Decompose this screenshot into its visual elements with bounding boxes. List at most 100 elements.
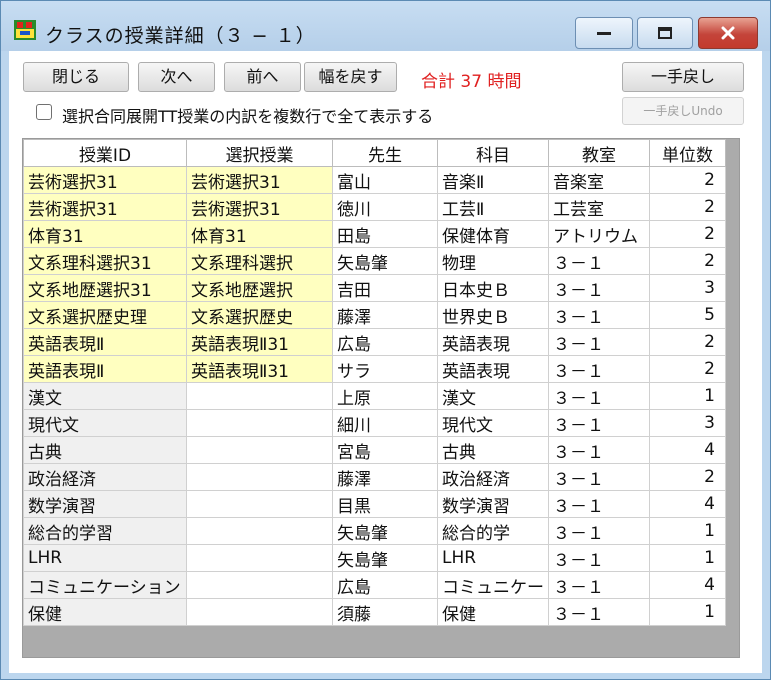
units-cell[interactable]: 1 — [649, 544, 726, 572]
units-cell[interactable]: 4 — [649, 490, 726, 518]
elective-cell[interactable] — [186, 571, 333, 599]
maximize-button[interactable] — [637, 17, 693, 49]
units-cell[interactable]: 2 — [649, 355, 726, 383]
room-cell[interactable]: ３－１ — [548, 571, 650, 599]
room-cell[interactable]: ３－１ — [548, 382, 650, 410]
table-row[interactable]: 保健 須藤 保健 ３－１ 1 — [23, 598, 726, 626]
table-row[interactable]: 芸術選択31 芸術選択31 徳川 工芸Ⅱ 工芸室 2 — [23, 193, 726, 221]
elective-cell[interactable] — [186, 544, 333, 572]
table-row[interactable]: 現代文 細川 現代文 ３－１ 3 — [23, 409, 726, 437]
lesson-id-cell[interactable]: LHR — [23, 544, 187, 572]
lesson-id-cell[interactable]: コミュニケーション — [23, 571, 187, 599]
units-cell[interactable]: 4 — [649, 436, 726, 464]
table-row[interactable]: 芸術選択31 芸術選択31 富山 音楽Ⅱ 音楽室 2 — [23, 166, 726, 194]
column-header-elective[interactable]: 選択授業 — [186, 139, 333, 167]
elective-cell[interactable]: 文系選択歴史 — [186, 301, 333, 329]
teacher-cell[interactable]: 上原 — [332, 382, 438, 410]
units-cell[interactable]: 1 — [649, 517, 726, 545]
teacher-cell[interactable]: 富山 — [332, 166, 438, 194]
units-cell[interactable]: 2 — [649, 463, 726, 491]
subject-cell[interactable]: 日本史Ｂ — [437, 274, 549, 302]
teacher-cell[interactable]: 吉田 — [332, 274, 438, 302]
lesson-id-cell[interactable]: 芸術選択31 — [23, 193, 187, 221]
table-row[interactable]: LHR 矢島肇 LHR ３－１ 1 — [23, 544, 726, 572]
subject-cell[interactable]: 漢文 — [437, 382, 549, 410]
subject-cell[interactable]: 保健 — [437, 598, 549, 626]
column-header-teacher[interactable]: 先生 — [332, 139, 438, 167]
units-cell[interactable]: 3 — [649, 274, 726, 302]
room-cell[interactable]: アトリウム — [548, 220, 650, 248]
lesson-id-cell[interactable]: 古典 — [23, 436, 187, 464]
table-row[interactable]: 漢文 上原 漢文 ３－１ 1 — [23, 382, 726, 410]
table-row[interactable]: 政治経済 藤澤 政治経済 ３－１ 2 — [23, 463, 726, 491]
title-bar[interactable]: クラスの授業詳細（３ − １） — [1, 1, 770, 51]
room-cell[interactable]: 音楽室 — [548, 166, 650, 194]
units-cell[interactable]: 2 — [649, 220, 726, 248]
teacher-cell[interactable]: 田島 — [332, 220, 438, 248]
room-cell[interactable]: ３－１ — [548, 328, 650, 356]
table-row[interactable]: 文系選択歴史理 文系選択歴史 藤澤 世界史Ｂ ３－１ 5 — [23, 301, 726, 329]
elective-cell[interactable]: 英語表現Ⅱ31 — [186, 355, 333, 383]
elective-cell[interactable] — [186, 382, 333, 410]
elective-cell[interactable] — [186, 598, 333, 626]
teacher-cell[interactable]: 矢島肇 — [332, 517, 438, 545]
subject-cell[interactable]: 古典 — [437, 436, 549, 464]
units-cell[interactable]: 1 — [649, 382, 726, 410]
room-cell[interactable]: 工芸室 — [548, 193, 650, 221]
lesson-id-cell[interactable]: 総合的学習 — [23, 517, 187, 545]
teacher-cell[interactable]: 宮島 — [332, 436, 438, 464]
lesson-id-cell[interactable]: 漢文 — [23, 382, 187, 410]
elective-cell[interactable]: 体育31 — [186, 220, 333, 248]
teacher-cell[interactable]: サラ — [332, 355, 438, 383]
teacher-cell[interactable]: 徳川 — [332, 193, 438, 221]
teacher-cell[interactable]: 広島 — [332, 571, 438, 599]
elective-cell[interactable] — [186, 490, 333, 518]
reset-width-button[interactable]: 幅を戻す — [304, 62, 397, 92]
lesson-id-cell[interactable]: 現代文 — [23, 409, 187, 437]
table-row[interactable]: コミュニケーション 広島 コミュニケー ３－１ 4 — [23, 571, 726, 599]
lesson-id-cell[interactable]: 文系理科選択31 — [23, 247, 187, 275]
units-cell[interactable]: 2 — [649, 166, 726, 194]
next-button[interactable]: 次へ — [138, 62, 215, 92]
lesson-id-cell[interactable]: 文系地歴選択31 — [23, 274, 187, 302]
room-cell[interactable]: ３－１ — [548, 544, 650, 572]
lesson-id-cell[interactable]: 英語表現Ⅱ — [23, 328, 187, 356]
units-cell[interactable]: 5 — [649, 301, 726, 329]
table-row[interactable]: 英語表現Ⅱ 英語表現Ⅱ31 広島 英語表現 ３－１ 2 — [23, 328, 726, 356]
teacher-cell[interactable]: 目黒 — [332, 490, 438, 518]
room-cell[interactable]: ３－１ — [548, 355, 650, 383]
teacher-cell[interactable]: 細川 — [332, 409, 438, 437]
column-header-units[interactable]: 単位数 — [649, 139, 726, 167]
room-cell[interactable]: ３－１ — [548, 409, 650, 437]
column-header-room[interactable]: 教室 — [548, 139, 650, 167]
teacher-cell[interactable]: 須藤 — [332, 598, 438, 626]
subject-cell[interactable]: コミュニケー — [437, 571, 549, 599]
elective-cell[interactable] — [186, 463, 333, 491]
room-cell[interactable]: ３－１ — [548, 490, 650, 518]
teacher-cell[interactable]: 藤澤 — [332, 301, 438, 329]
close-button[interactable]: 閉じる — [23, 62, 129, 92]
elective-cell[interactable] — [186, 409, 333, 437]
teacher-cell[interactable]: 矢島肇 — [332, 544, 438, 572]
prev-button[interactable]: 前へ — [224, 62, 301, 92]
room-cell[interactable]: ３－１ — [548, 598, 650, 626]
subject-cell[interactable]: 工芸Ⅱ — [437, 193, 549, 221]
teacher-cell[interactable]: 矢島肇 — [332, 247, 438, 275]
undo-button[interactable]: 一手戻し — [622, 62, 744, 92]
units-cell[interactable]: 3 — [649, 409, 726, 437]
show-tt-checkbox[interactable] — [36, 104, 52, 120]
elective-cell[interactable] — [186, 436, 333, 464]
units-cell[interactable]: 2 — [649, 247, 726, 275]
subject-cell[interactable]: 保健体育 — [437, 220, 549, 248]
undo-undo-button[interactable]: 一手戻しUndo — [622, 97, 744, 125]
subject-cell[interactable]: 物理 — [437, 247, 549, 275]
column-header-lesson-id[interactable]: 授業ID — [23, 139, 187, 167]
subject-cell[interactable]: 英語表現 — [437, 328, 549, 356]
room-cell[interactable]: ３－１ — [548, 436, 650, 464]
elective-cell[interactable]: 芸術選択31 — [186, 166, 333, 194]
table-row[interactable]: 文系地歴選択31 文系地歴選択 吉田 日本史Ｂ ３－１ 3 — [23, 274, 726, 302]
column-header-subject[interactable]: 科目 — [437, 139, 549, 167]
lesson-id-cell[interactable]: 数学演習 — [23, 490, 187, 518]
table-row[interactable]: 総合的学習 矢島肇 総合的学 ３－１ 1 — [23, 517, 726, 545]
minimize-button[interactable] — [575, 17, 633, 49]
